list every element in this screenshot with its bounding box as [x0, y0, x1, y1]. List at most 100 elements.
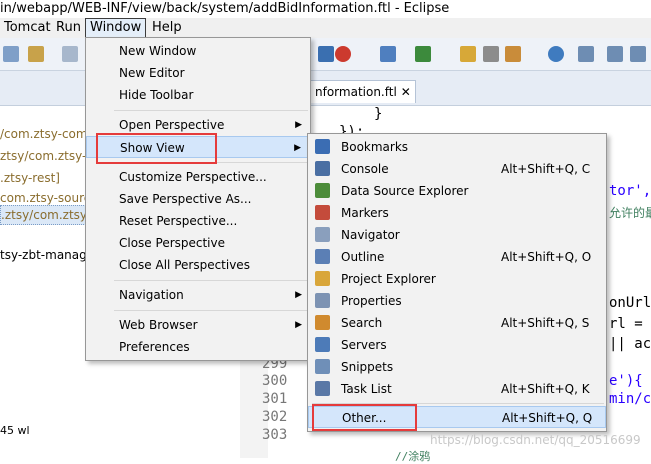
menu-item-label: Hide Toolbar [119, 88, 194, 102]
view-item-project-explorer[interactable]: Project Explorer [308, 268, 606, 290]
tree-item[interactable]: /com.ztsy-com [0, 127, 88, 141]
toolbar-icon[interactable] [415, 46, 431, 62]
toolbar-icon[interactable] [28, 46, 44, 62]
view-item-servers[interactable]: Servers [308, 334, 606, 356]
menu-window[interactable]: Window [85, 18, 147, 38]
menu-item-label: Data Source Explorer [341, 184, 469, 198]
shortcut-text: Alt+Shift+Q, C [501, 162, 591, 176]
menu-item-save-perspective[interactable]: Save Perspective As... [86, 188, 310, 210]
submenu-arrow-icon: ▶ [295, 120, 302, 130]
show-view-submenu: Bookmarks Console Alt+Shift+Q, C Data Sou… [307, 133, 607, 432]
menu-item-label: Web Browser [119, 318, 198, 332]
menu-item-label: Properties [341, 294, 402, 308]
code-text: e'){ [609, 373, 643, 389]
code-text: min/c [609, 391, 651, 407]
menu-item-new-window[interactable]: New Window [86, 40, 310, 62]
menu-item-label: Snippets [341, 360, 394, 374]
shortcut-text: Alt+Shift+Q, Q [502, 411, 593, 425]
menu-item-customize-perspective[interactable]: Customize Perspective... [86, 166, 310, 188]
menu-item-label: Navigation [119, 288, 184, 302]
menu-item-label: Search [341, 316, 383, 330]
menu-item-web-browser[interactable]: Web Browser ▶ [86, 314, 310, 336]
menu-item-close-all-perspectives[interactable]: Close All Perspectives [86, 254, 310, 276]
bookmark-icon [315, 139, 330, 154]
code-text: rl = [609, 316, 643, 332]
menu-item-label: Reset Perspective... [119, 214, 238, 228]
globe-icon[interactable] [548, 46, 564, 62]
navigator-icon [315, 227, 330, 242]
tree-item[interactable]: ztsy/com.ztsy-c [0, 149, 93, 163]
menu-item-label: Project Explorer [341, 272, 436, 286]
data-source-icon [315, 183, 330, 198]
code-text: } [374, 106, 383, 122]
menu-item-preferences[interactable]: Preferences [86, 336, 310, 358]
tree-item[interactable]: com.ztsy-source [0, 191, 98, 205]
menu-item-label: Close All Perspectives [119, 258, 250, 272]
code-text: onUrl [609, 295, 651, 311]
menu-item-new-editor[interactable]: New Editor [86, 62, 310, 84]
view-item-search[interactable]: Search Alt+Shift+Q, S [308, 312, 606, 334]
watermark: https://blog.csdn.net/qq_20516699 [430, 433, 641, 447]
view-item-markers[interactable]: Markers [308, 202, 606, 224]
tree-item-selected[interactable]: .ztsy/com.ztsy- [0, 205, 91, 225]
editor-tab-label: nformation.ftl [315, 85, 397, 99]
window-title-bar: in/webapp/WEB-INF/view/back/system/addBi… [0, 0, 651, 18]
menu-item-close-perspective[interactable]: Close Perspective [86, 232, 310, 254]
toolbar-icon[interactable] [505, 46, 521, 62]
menu-item-navigation[interactable]: Navigation ▶ [86, 284, 310, 306]
shortcut-text: Alt+Shift+Q, K [501, 382, 590, 396]
shortcut-text: Alt+Shift+Q, S [501, 316, 590, 330]
tree-item[interactable]: tsy-zbt-manag [0, 248, 87, 262]
project-explorer-icon [315, 271, 330, 286]
menu-item-label: Bookmarks [341, 140, 409, 154]
status-text: 45 wl [0, 424, 222, 437]
view-item-snippets[interactable]: Snippets [308, 356, 606, 378]
view-item-console[interactable]: Console Alt+Shift+Q, C [308, 158, 606, 180]
view-item-bookmarks[interactable]: Bookmarks [308, 136, 606, 158]
search-icon [315, 315, 330, 330]
menu-item-label: New Window [119, 44, 197, 58]
highlight-box-show-view [96, 133, 217, 164]
markers-icon [315, 205, 330, 220]
toolbar-icon[interactable] [630, 46, 646, 62]
toolbar-icon[interactable] [380, 46, 396, 62]
toolbar-icon[interactable] [607, 46, 623, 62]
line-number: 300 [262, 373, 288, 389]
view-item-outline[interactable]: Outline Alt+Shift+Q, O [308, 246, 606, 268]
view-item-navigator[interactable]: Navigator [308, 224, 606, 246]
view-item-data-source-explorer[interactable]: Data Source Explorer [308, 180, 606, 202]
snippets-icon [315, 359, 330, 374]
run-icon[interactable] [335, 46, 351, 62]
submenu-arrow-icon: ▶ [295, 290, 302, 300]
menu-separator [114, 310, 308, 311]
line-number: 301 [262, 391, 288, 407]
code-text: 允许的最大 [609, 206, 651, 220]
editor-tab[interactable]: nformation.ftl ✕ [302, 80, 416, 103]
window-title: in/webapp/WEB-INF/view/back/system/addBi… [0, 1, 450, 16]
menu-item-label: Customize Perspective... [119, 170, 267, 184]
properties-icon [315, 293, 330, 308]
view-item-task-list[interactable]: Task List Alt+Shift+Q, K [308, 378, 606, 400]
console-icon [315, 161, 330, 176]
menu-item-label: Servers [341, 338, 387, 352]
toolbar-icon[interactable] [483, 46, 499, 62]
line-number: 302 [262, 409, 288, 425]
toolbar-icon[interactable] [578, 46, 594, 62]
view-item-properties[interactable]: Properties [308, 290, 606, 312]
status-value: 45 wl [0, 424, 30, 437]
code-text: || ac [609, 336, 651, 352]
folder-icon[interactable] [460, 46, 476, 62]
menu-run[interactable]: Run [52, 18, 85, 38]
menu-item-label: New Editor [119, 66, 185, 80]
toolbar-icon[interactable] [3, 46, 19, 62]
toolbar-icon[interactable] [318, 46, 334, 62]
shortcut-text: Alt+Shift+Q, O [501, 250, 592, 264]
tree-item[interactable]: .ztsy-rest] [0, 171, 60, 185]
menu-item-hide-toolbar[interactable]: Hide Toolbar [86, 84, 310, 106]
menu-item-reset-perspective[interactable]: Reset Perspective... [86, 210, 310, 232]
menu-tomcat[interactable]: Tomcat [0, 18, 55, 38]
menu-item-label: Preferences [119, 340, 190, 354]
toolbar-icon[interactable] [62, 46, 78, 62]
close-icon[interactable]: ✕ [401, 81, 411, 103]
menu-help[interactable]: Help [148, 18, 186, 38]
